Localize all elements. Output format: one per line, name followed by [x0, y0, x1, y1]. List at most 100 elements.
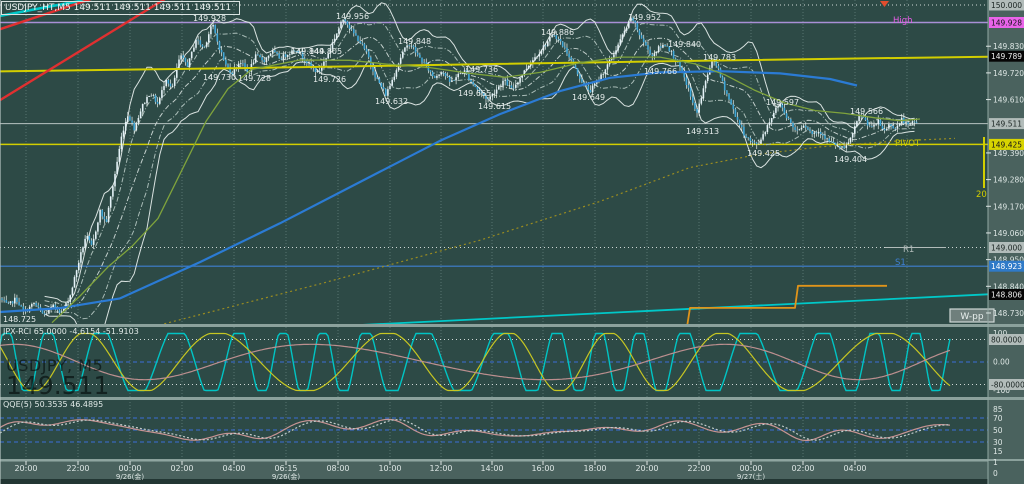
candle-down: [816, 133, 818, 134]
candle-down: [129, 116, 131, 120]
candle-down: [315, 68, 317, 72]
candle-up: [144, 103, 146, 104]
candle-up: [272, 50, 274, 53]
candle-down: [227, 65, 229, 68]
candle-up: [711, 61, 713, 68]
candle-up: [760, 140, 762, 144]
candle-down: [12, 301, 14, 303]
candle-up: [78, 263, 80, 271]
candle-up: [97, 223, 99, 232]
candle-up: [620, 39, 622, 44]
candle-up: [500, 86, 502, 87]
candle-up: [850, 138, 852, 143]
candle-down: [359, 41, 361, 43]
panel-separator[interactable]: [0, 324, 1024, 327]
candle-down: [907, 122, 909, 124]
candle-up: [773, 113, 775, 118]
date-label: 9/27(土): [737, 472, 765, 481]
candle-up: [82, 247, 84, 252]
candle-down: [242, 63, 244, 64]
candle-up: [451, 80, 453, 82]
axis-price-box-label: 149.000: [991, 244, 1022, 253]
axis-tick-label: 148.730: [993, 309, 1024, 318]
candle-up: [80, 252, 82, 263]
candle-down: [560, 39, 562, 41]
panel-separator[interactable]: [0, 397, 1024, 400]
candle-up: [496, 90, 498, 94]
candle-down: [182, 55, 184, 57]
candle-up: [909, 124, 911, 125]
rci-indicator-label: JPX-RCI 65.0000 -4.6154 -51.9103: [3, 327, 139, 336]
candle-up: [283, 54, 285, 59]
candle-down: [376, 77, 378, 79]
candle-down: [200, 40, 202, 44]
axis-price-box-label: 149.928: [991, 18, 1022, 27]
candle-up: [76, 270, 78, 277]
time-label: 08:00: [326, 464, 349, 473]
candle-up: [592, 86, 594, 93]
candle-down: [306, 61, 308, 63]
candle-up: [539, 54, 541, 57]
candle-down: [790, 119, 792, 123]
candle-up: [767, 125, 769, 132]
candle-down: [353, 29, 355, 33]
candle-up: [112, 186, 114, 196]
chart-canvas[interactable]: 149.928149.956149.952149.886149.848149.8…: [0, 0, 1024, 484]
candle-down: [843, 146, 845, 148]
candle-down: [225, 60, 227, 65]
candle-down: [223, 52, 225, 60]
candle-up: [404, 48, 406, 52]
price-label: 149.840: [668, 40, 701, 49]
candle-down: [730, 100, 732, 105]
qqe-axis-tick: 0: [993, 469, 998, 478]
candle-down: [370, 57, 372, 64]
candle-up: [547, 42, 549, 47]
candle-down: [796, 130, 798, 131]
candle-down: [20, 305, 22, 306]
candle-down: [257, 54, 259, 55]
candle-down: [916, 122, 918, 123]
candle-up: [886, 129, 888, 131]
rci-axis-box-label: -80.0000: [991, 381, 1024, 390]
candle-up: [856, 121, 858, 126]
chart-title-box: USDJPY_HT,M5 149.511 149.511 149.511 149…: [1, 1, 240, 15]
price-label: 149.730: [203, 73, 236, 82]
candle-up: [698, 104, 700, 113]
candle-up: [504, 80, 506, 81]
candle-up: [515, 85, 517, 88]
candle-down: [871, 126, 873, 127]
candle-down: [219, 42, 221, 50]
rci-axis-box-label: 80.0000: [991, 336, 1022, 345]
candle-up: [255, 54, 257, 62]
candle-down: [820, 132, 822, 134]
candle-down: [104, 217, 106, 220]
candle-up: [765, 132, 767, 134]
price-label: 149.615: [478, 102, 511, 111]
candle-down: [221, 50, 223, 53]
r1-label: R1: [903, 245, 914, 255]
price-label: 149.848: [398, 37, 431, 46]
candle-down: [660, 46, 662, 47]
price-label: 149.665: [458, 89, 491, 98]
candle-up: [340, 22, 342, 29]
candle-up: [163, 86, 165, 90]
candle-down: [566, 48, 568, 54]
candle-up: [703, 88, 705, 98]
candle-up: [803, 126, 805, 128]
candle-down: [364, 44, 366, 49]
candle-down: [155, 95, 157, 102]
candle-up: [826, 139, 828, 140]
candle-up: [878, 120, 880, 125]
candle-up: [95, 232, 97, 239]
candle-up: [462, 73, 464, 74]
candle-up: [72, 288, 74, 296]
candle-up: [33, 303, 35, 304]
candle-up: [517, 82, 519, 84]
price-label: 149.404: [834, 155, 867, 164]
time-label: 06:15: [274, 464, 297, 473]
s1-label: S1: [895, 258, 906, 268]
candle-up: [762, 134, 764, 139]
candle-down: [756, 143, 758, 145]
candle-up: [127, 116, 129, 122]
candle-up: [436, 76, 438, 78]
